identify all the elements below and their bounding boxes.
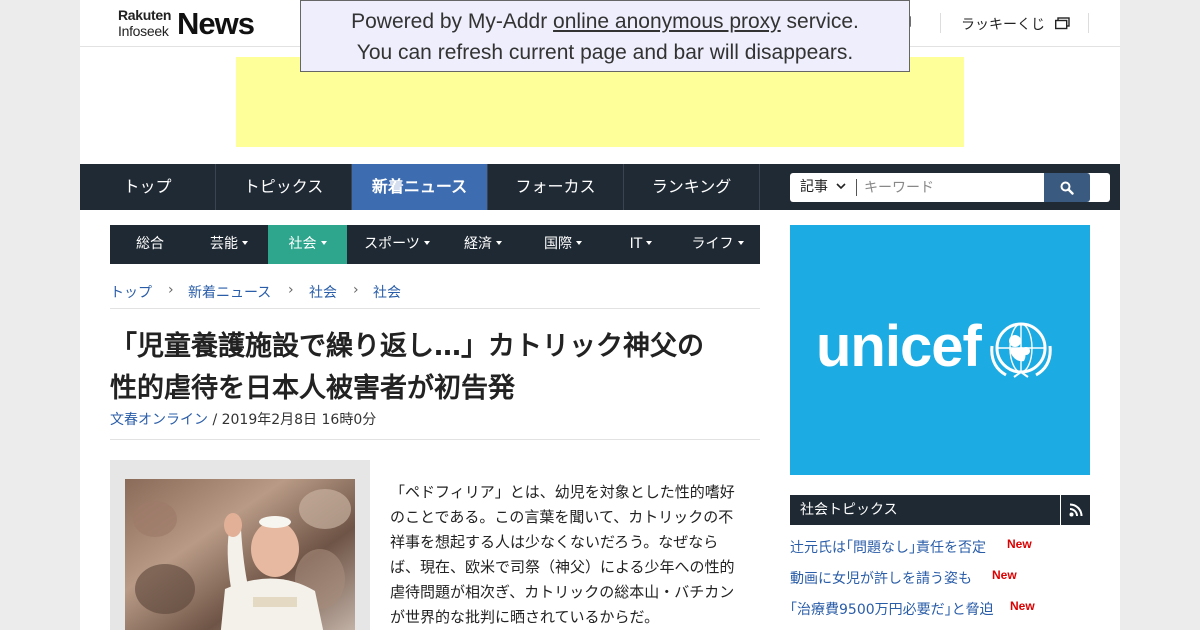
- category-it[interactable]: IT: [607, 225, 675, 264]
- breadcrumb-society-sub[interactable]: 社会: [373, 282, 401, 302]
- article-body-line: 「ペドフィリア」とは、幼児を対象とした性的嗜好: [390, 483, 735, 501]
- proxy-banner-suffix: service.: [780, 10, 859, 33]
- search-button[interactable]: [1044, 173, 1090, 202]
- category-life-label: ライフ: [691, 236, 734, 252]
- new-window-icon: [1055, 17, 1071, 30]
- caret-down-icon: [737, 241, 744, 245]
- category-international-label: 国際: [544, 236, 572, 252]
- category-life[interactable]: ライフ: [675, 225, 760, 264]
- new-badge: New: [1010, 599, 1035, 613]
- new-badge: New: [1007, 537, 1032, 551]
- article-title: 「児童養護施設で繰り返し…」カトリック神父の 性的虐待を日本人被害者が初告発: [110, 326, 760, 410]
- chevron-down-icon: [836, 183, 847, 190]
- search-box: 記事: [790, 173, 1110, 202]
- caret-down-icon: [496, 241, 502, 245]
- category-general-label: 総合: [136, 236, 164, 252]
- divider: [110, 308, 760, 309]
- caret-down-icon: [576, 241, 582, 245]
- proxy-banner-prefix: Powered by My-Addr: [351, 10, 554, 33]
- main-nav-latest-news[interactable]: 新着ニュース: [352, 164, 488, 210]
- main-nav: トップ トピックス 新着ニュース フォーカス ランキング 記事: [80, 164, 1120, 210]
- category-nav: 総合 芸能 社会 スポーツ 経済 国際 IT ライフ: [110, 225, 760, 264]
- logo-infoseek: Infoseek: [118, 23, 169, 39]
- breadcrumb-chevron-icon: ›: [168, 282, 174, 298]
- category-entertainment[interactable]: 芸能: [190, 225, 268, 264]
- caret-down-icon: [423, 241, 430, 245]
- header-divider: [940, 13, 941, 33]
- category-economy-label: 経済: [464, 236, 492, 252]
- logo-rakuten: Rakuten: [118, 7, 172, 23]
- article-body-line: のことである。この言葉を聞いて、カトリックの不: [390, 508, 734, 526]
- article-date: / 2019年2月8日 16時0分: [208, 412, 377, 428]
- article-body-line: が世界的な批判に晒されているからだ。: [390, 608, 660, 626]
- category-sports[interactable]: スポーツ: [347, 225, 447, 264]
- lucky-lottery-link[interactable]: ラッキーくじ: [961, 14, 1071, 34]
- page: Rakuten Infoseek News ラッキーくじ トップ トピックス 新…: [80, 0, 1120, 630]
- category-general[interactable]: 総合: [110, 225, 190, 264]
- society-topics-title: 社会トピックス: [800, 502, 898, 518]
- rss-button[interactable]: [1060, 495, 1090, 525]
- search-input[interactable]: [864, 176, 1034, 199]
- category-international[interactable]: 国際: [519, 225, 607, 264]
- article-body-line: ば、現在、欧米で司祭（神父）による少年への性的: [390, 558, 735, 576]
- unicef-wordmark: unicef: [816, 314, 982, 379]
- article-meta: 文春オンライン / 2019年2月8日 16時0分: [110, 409, 376, 429]
- breadcrumb-top[interactable]: トップ: [110, 282, 152, 302]
- breadcrumb-latest-news[interactable]: 新着ニュース: [188, 282, 271, 302]
- article-photo-frame: [110, 460, 370, 630]
- proxy-banner-line2: You can refresh current page and bar wil…: [356, 41, 854, 64]
- category-economy[interactable]: 経済: [447, 225, 519, 264]
- header-divider: [1088, 13, 1089, 33]
- category-entertainment-label: 芸能: [210, 236, 238, 252]
- category-it-label: IT: [629, 236, 643, 252]
- article-title-line2: 性的虐待を日本人被害者が初告発: [110, 373, 515, 404]
- article-body-line: 祥事を想起する人は少なくないだろう。なぜなら: [390, 533, 719, 551]
- unicef-ad[interactable]: unicef: [790, 225, 1090, 475]
- search-divider: [856, 179, 857, 196]
- logo-news: News: [177, 6, 255, 41]
- category-sports-label: スポーツ: [364, 236, 420, 252]
- breadcrumb-chevron-icon: ›: [288, 282, 294, 298]
- breadcrumb-society[interactable]: 社会: [309, 282, 337, 302]
- search-category-label: 記事: [800, 179, 828, 195]
- article-source-link[interactable]: 文春オンライン: [110, 412, 208, 428]
- category-society[interactable]: 社会: [268, 225, 347, 264]
- caret-down-icon: [320, 241, 327, 245]
- caret-down-icon: [646, 241, 653, 245]
- main-nav-topics[interactable]: トピックス: [216, 164, 352, 210]
- breadcrumb-chevron-icon: ›: [353, 282, 359, 298]
- article-photo[interactable]: [125, 479, 355, 630]
- rakuten-infoseek-news-logo[interactable]: Rakuten Infoseek News: [118, 6, 258, 42]
- article-body: 「ペドフィリア」とは、幼児を対象とした性的嗜好 のことである。この言葉を聞いて、…: [390, 480, 760, 630]
- rss-icon: [1069, 503, 1083, 517]
- main-nav-ranking[interactable]: ランキング: [624, 164, 760, 210]
- main-nav-top[interactable]: トップ: [80, 164, 216, 210]
- category-society-label: 社会: [288, 236, 317, 252]
- topic-link[interactable]: ｢治療費9500万円必要だ｣と脅迫: [790, 599, 994, 619]
- lucky-lottery-label: ラッキーくじ: [961, 17, 1045, 33]
- caret-down-icon: [242, 241, 248, 245]
- society-topics-header: 社会トピックス: [790, 495, 1090, 525]
- unicef-emblem-icon: [990, 322, 1052, 378]
- pope-photo-image: [125, 479, 355, 630]
- proxy-banner-line1: Powered by My-Addr online anonymous prox…: [301, 6, 909, 37]
- search-icon: [1060, 181, 1074, 195]
- article-body-line: 虐待問題が相次ぎ、カトリックの総本山・バチカン: [390, 583, 735, 601]
- topic-link[interactable]: 動画に女児が許しを請う姿も: [790, 568, 972, 588]
- main-nav-focus[interactable]: フォーカス: [488, 164, 624, 210]
- proxy-link[interactable]: online anonymous proxy: [553, 10, 781, 33]
- search-category-select[interactable]: 記事: [800, 173, 847, 202]
- divider: [110, 439, 760, 440]
- article-title-line1: 「児童養護施設で繰り返し…」カトリック神父の: [110, 331, 704, 362]
- topic-link[interactable]: 辻元氏は｢問題なし｣責任を否定: [790, 537, 986, 557]
- proxy-banner: Powered by My-Addr online anonymous prox…: [300, 0, 910, 72]
- new-badge: New: [992, 568, 1017, 582]
